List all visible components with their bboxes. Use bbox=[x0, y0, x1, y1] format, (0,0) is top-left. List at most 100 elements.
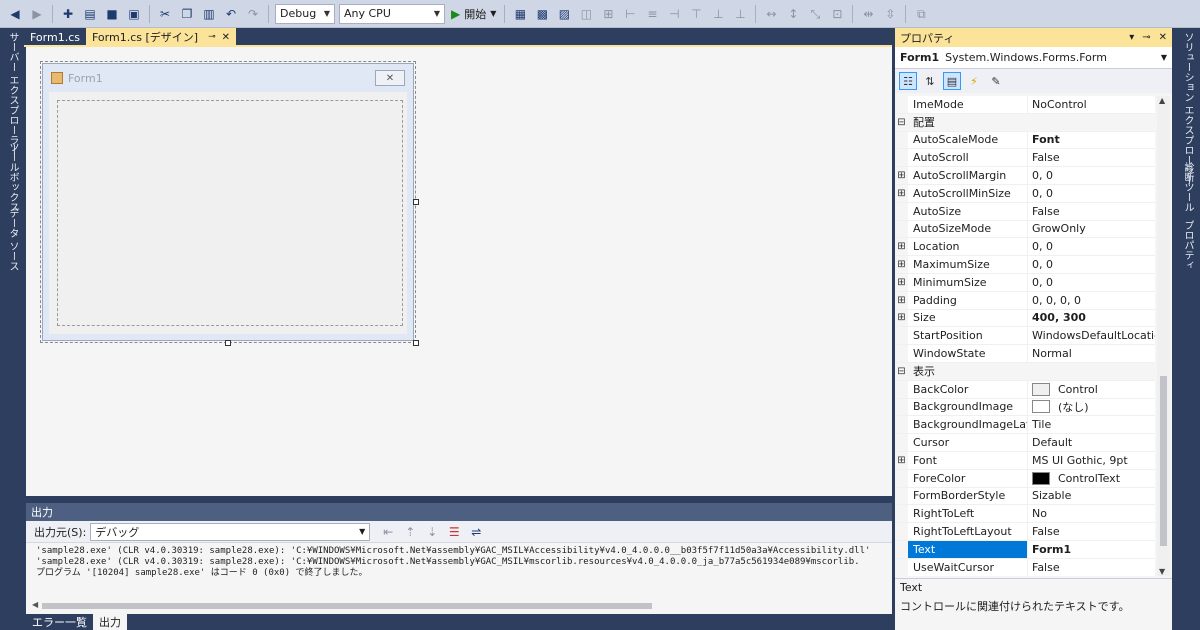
align-bottom-icon[interactable]: ⊥ bbox=[732, 6, 748, 22]
property-value[interactable]: (なし) bbox=[1028, 398, 1155, 416]
output-text[interactable]: 'sample28.exe' (CLR v4.0.30319: sample28… bbox=[26, 543, 892, 595]
property-value[interactable]: ControlText bbox=[1028, 469, 1155, 487]
property-value[interactable]: Default bbox=[1028, 434, 1155, 451]
property-value[interactable]: 0, 0 bbox=[1028, 184, 1155, 202]
layout-icon[interactable]: ▦ bbox=[512, 6, 528, 22]
object-selector[interactable]: Form1 System.Windows.Forms.Form ▼ bbox=[895, 47, 1172, 69]
toolbox-tab[interactable]: ツールボックス bbox=[5, 142, 20, 212]
platform-dropdown[interactable]: Any CPU ▼ bbox=[339, 3, 445, 24]
property-value[interactable]: False bbox=[1028, 149, 1155, 167]
same-width-icon[interactable]: ↔ bbox=[763, 6, 779, 22]
form-client-area[interactable] bbox=[49, 92, 407, 334]
scroll-thumb[interactable] bbox=[1160, 376, 1167, 546]
align-middle-icon[interactable]: ⊥ bbox=[710, 6, 726, 22]
align-grid-icon[interactable]: ⊞ bbox=[600, 6, 616, 22]
tab-output[interactable]: 出力 bbox=[93, 614, 127, 630]
property-row[interactable]: ⊞ Size 400, 300 bbox=[895, 309, 1155, 328]
property-value[interactable]: 0, 0 bbox=[1028, 238, 1155, 256]
properties-tab[interactable]: プロパティ bbox=[1180, 220, 1195, 270]
align-top-icon[interactable]: ⊤ bbox=[688, 6, 704, 22]
property-row[interactable]: ForeColor ControlText bbox=[895, 469, 1155, 488]
output-source-dropdown[interactable]: デバッグ ▼ bbox=[90, 522, 371, 541]
property-value[interactable]: Form1 bbox=[1028, 540, 1155, 558]
property-value[interactable]: No bbox=[1028, 505, 1155, 523]
expand-toggle-icon[interactable]: ⊞ bbox=[895, 184, 908, 202]
alphabetical-icon[interactable]: ⇅ bbox=[921, 72, 939, 90]
next-message-icon[interactable]: ⇣ bbox=[424, 524, 440, 540]
scroll-thumb[interactable] bbox=[42, 603, 652, 609]
save-all-icon[interactable]: ▣ bbox=[126, 6, 142, 22]
property-pages-icon[interactable]: ✎ bbox=[987, 72, 1005, 90]
property-row[interactable]: BackgroundImageLayout Tile bbox=[895, 416, 1155, 435]
align-center-icon[interactable]: ≡ bbox=[644, 6, 660, 22]
property-value[interactable]: WindowsDefaultLocation bbox=[1028, 327, 1155, 345]
property-row[interactable]: AutoScroll False bbox=[895, 149, 1155, 168]
property-row[interactable]: RightToLeftLayout False bbox=[895, 523, 1155, 541]
property-row[interactable]: AutoScaleMode Font bbox=[895, 131, 1155, 150]
property-row[interactable]: ⊞ Font MS UI Gothic, 9pt bbox=[895, 451, 1155, 470]
expand-toggle-icon[interactable]: ⊞ bbox=[895, 273, 908, 291]
expand-toggle-icon[interactable]: ⊟ bbox=[895, 113, 908, 131]
vertical-spacing-icon[interactable]: ⇳ bbox=[882, 6, 898, 22]
property-row[interactable]: ⊞ Padding 0, 0, 0, 0 bbox=[895, 291, 1155, 310]
redo-icon[interactable]: ↷ bbox=[245, 6, 261, 22]
property-category[interactable]: ⊟ 表示 bbox=[895, 362, 1155, 381]
dropdown-icon[interactable]: ▾ bbox=[1129, 32, 1134, 43]
word-wrap-icon[interactable]: ⇌ bbox=[468, 524, 484, 540]
save-icon[interactable]: ■ bbox=[104, 6, 120, 22]
open-folder-icon[interactable]: ▤ bbox=[82, 6, 98, 22]
property-row[interactable]: UseWaitCursor False bbox=[895, 558, 1155, 576]
property-value[interactable]: Normal bbox=[1028, 345, 1155, 362]
resize-handle-bottom[interactable] bbox=[225, 340, 231, 346]
tab-form1-design[interactable]: Form1.cs [デザイン] ⊸ ✕ bbox=[85, 28, 236, 46]
size-to-grid-icon[interactable]: ⊡ bbox=[829, 6, 845, 22]
property-value[interactable]: Control bbox=[1028, 380, 1155, 398]
property-value[interactable]: Font bbox=[1028, 131, 1155, 149]
forward-icon[interactable]: ▶ bbox=[29, 6, 45, 22]
back-icon[interactable]: ◀ bbox=[7, 6, 23, 22]
property-value[interactable]: NoControl bbox=[1028, 96, 1155, 113]
output-horizontal-scrollbar[interactable]: ◀ bbox=[32, 600, 882, 610]
property-row[interactable]: RightToLeft No bbox=[895, 505, 1155, 524]
resize-handle-right[interactable] bbox=[413, 199, 419, 205]
property-value[interactable]: 0, 0, 0, 0 bbox=[1028, 291, 1155, 309]
expand-toggle-icon[interactable]: ⊞ bbox=[895, 256, 908, 273]
property-row[interactable]: WindowState Normal bbox=[895, 345, 1155, 363]
undo-icon[interactable]: ↶ bbox=[223, 6, 239, 22]
property-row[interactable]: Cursor Default bbox=[895, 434, 1155, 452]
property-value[interactable]: Sizable bbox=[1028, 487, 1155, 505]
property-row[interactable]: AutoSize False bbox=[895, 202, 1155, 221]
property-row[interactable]: ImeMode NoControl bbox=[895, 96, 1155, 114]
property-row[interactable]: AutoSizeMode GrowOnly bbox=[895, 220, 1155, 239]
property-row[interactable]: ⊞ Location 0, 0 bbox=[895, 238, 1155, 257]
new-project-icon[interactable]: ✚ bbox=[60, 6, 76, 22]
diagnostics-tab[interactable]: 診断ツール bbox=[1180, 162, 1195, 212]
expand-toggle-icon[interactable]: ⊟ bbox=[895, 362, 908, 380]
resize-handle-corner[interactable] bbox=[413, 340, 419, 346]
close-icon[interactable]: ✕ bbox=[1159, 32, 1167, 43]
paste-icon[interactable]: ▥ bbox=[201, 6, 217, 22]
horizontal-spacing-icon[interactable]: ⇹ bbox=[860, 6, 876, 22]
property-row[interactable]: ⊞ AutoScrollMargin 0, 0 bbox=[895, 167, 1155, 185]
categorized-icon[interactable]: ☷ bbox=[899, 72, 917, 90]
clear-all-icon[interactable]: ☰ bbox=[446, 524, 462, 540]
start-button[interactable]: ▶ 開始 ▼ bbox=[451, 6, 496, 22]
configuration-dropdown[interactable]: Debug ▼ bbox=[275, 3, 335, 24]
property-row[interactable]: ⊞ MaximumSize 0, 0 bbox=[895, 256, 1155, 274]
property-row[interactable]: Text Form1 bbox=[895, 540, 1155, 559]
properties-icon[interactable]: ▤ bbox=[943, 72, 961, 90]
property-value[interactable]: False bbox=[1028, 202, 1155, 220]
pin-icon[interactable]: ⊸ bbox=[1142, 32, 1150, 43]
property-row[interactable]: BackgroundImage (なし) bbox=[895, 398, 1155, 417]
scroll-down-icon[interactable]: ▼ bbox=[1159, 567, 1165, 576]
datasource-tab[interactable]: データ ソース bbox=[5, 208, 20, 271]
property-value[interactable]: Tile bbox=[1028, 416, 1155, 434]
property-value[interactable]: GrowOnly bbox=[1028, 220, 1155, 238]
bring-front-icon[interactable]: ◫ bbox=[578, 6, 594, 22]
cut-icon[interactable]: ✂ bbox=[157, 6, 173, 22]
property-value[interactable]: False bbox=[1028, 523, 1155, 540]
same-height-icon[interactable]: ↕ bbox=[785, 6, 801, 22]
tab-form1-cs[interactable]: Form1.cs bbox=[24, 28, 86, 46]
prev-message-icon[interactable]: ⇡ bbox=[402, 524, 418, 540]
expand-toggle-icon[interactable]: ⊞ bbox=[895, 291, 908, 309]
